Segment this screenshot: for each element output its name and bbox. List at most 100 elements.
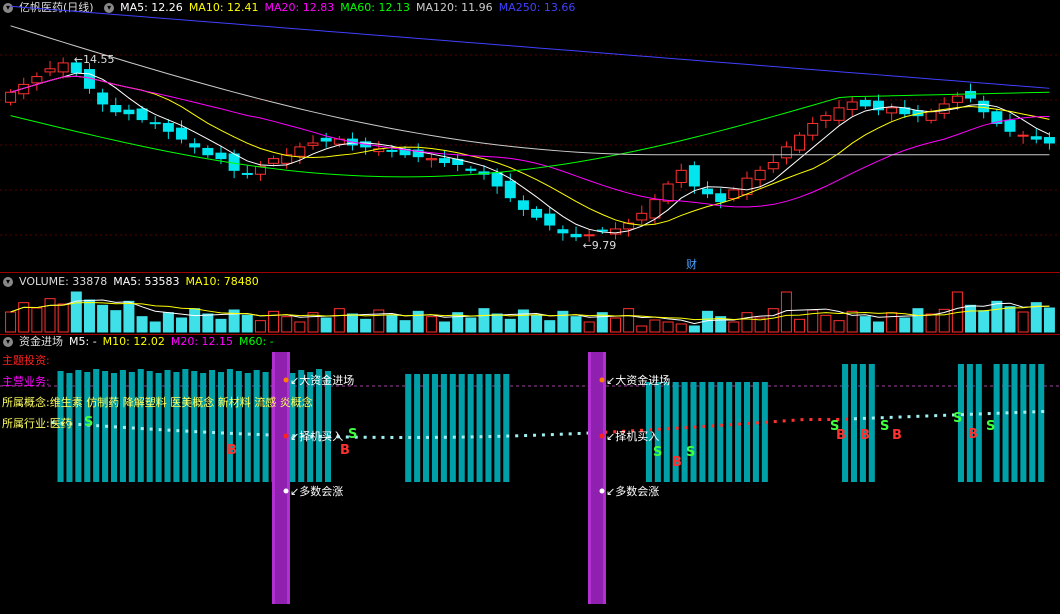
- volume-chart[interactable]: [0, 272, 1060, 334]
- volume-bar: [320, 317, 332, 333]
- fund-column: [217, 372, 225, 482]
- svg-text:↙多数会涨: ↙多数会涨: [290, 484, 343, 498]
- candle: [149, 116, 161, 129]
- fund-column: [414, 374, 421, 482]
- fund-trend-dot: [229, 431, 233, 435]
- fund-column: [244, 373, 251, 482]
- volume-bar: [97, 304, 109, 333]
- fund-column: [440, 374, 447, 482]
- fund-trend-dot: [720, 423, 724, 427]
- finance-marker: 财: [686, 257, 697, 271]
- fund-column: [663, 382, 670, 482]
- candle: [1017, 130, 1029, 144]
- candle: [1030, 128, 1042, 144]
- fund-trend-dot: [818, 418, 822, 421]
- svg-text:↙择机买入: ↙择机买入: [606, 429, 659, 443]
- volume-bar: [83, 299, 95, 333]
- fund-trend-dot: [506, 434, 510, 438]
- candle: [162, 119, 174, 140]
- candle: [241, 165, 253, 179]
- fund-trend-dot: [755, 421, 759, 425]
- fund-column: [226, 369, 233, 482]
- volume-bar: [215, 318, 227, 333]
- fund-column: [164, 370, 171, 482]
- candle: [136, 105, 148, 123]
- fund-trend-dot: [515, 434, 519, 438]
- fund-trend-dot: [978, 412, 982, 416]
- sell-marker: S: [84, 415, 93, 430]
- fund-column: [289, 373, 296, 482]
- fund-trend-dot: [559, 432, 563, 436]
- candle: [754, 166, 766, 188]
- volume-bar: [623, 308, 635, 333]
- fund-trend-dot: [871, 416, 875, 420]
- fund-trend-dot: [452, 435, 456, 439]
- fund-column: [859, 364, 866, 482]
- candle: [189, 138, 201, 154]
- volume-bar: [583, 321, 595, 333]
- fund-column: [503, 374, 510, 482]
- more-rise-label: ↙多数会涨: [283, 484, 343, 498]
- volume-bar: [439, 321, 451, 333]
- volume-bar: [70, 291, 82, 333]
- fund-trend-dot: [399, 435, 403, 439]
- volume-bar: [649, 319, 661, 333]
- fund-trend-dot: [729, 423, 733, 427]
- volume-bar: [162, 312, 174, 333]
- fund-column: [726, 382, 733, 482]
- candle: [794, 132, 806, 154]
- fund-trend-dot: [381, 435, 385, 439]
- fund-trend-dot: [131, 426, 135, 430]
- volume-bar: [360, 318, 372, 333]
- fund-trend-dot: [114, 425, 118, 429]
- volume-bar: [767, 308, 779, 333]
- fund-trend-dot: [247, 432, 251, 436]
- fund-trend-dot: [1041, 410, 1045, 413]
- candle: [531, 206, 543, 221]
- volume-bar: [728, 321, 740, 333]
- candle: [780, 141, 792, 165]
- fund-trend-dot: [203, 430, 207, 434]
- fund-column: [307, 372, 314, 482]
- svg-text:↙择机买入: ↙择机买入: [290, 429, 343, 443]
- fund-column: [137, 369, 144, 482]
- candle: [596, 226, 608, 235]
- fund-trend-dot: [898, 415, 902, 419]
- volume-bar: [241, 314, 253, 333]
- fund-column: [235, 371, 242, 482]
- fund-column: [173, 372, 180, 482]
- buy-marker: B: [340, 443, 350, 458]
- sell-marker: S: [686, 445, 695, 460]
- fund-trend-dot: [711, 424, 715, 428]
- price-chart[interactable]: ←14.55 ←9.79 财: [0, 0, 1060, 272]
- fund-column: [253, 370, 260, 482]
- fund-column: [1020, 364, 1027, 482]
- candle: [517, 195, 529, 217]
- volume-bar: [504, 318, 516, 333]
- fund-chart[interactable]: ↙大资金进场 ↙大资金进场↙择机买入 ↙择机买入↙多数会涨 ↙多数会涨B BSSBSBS…: [0, 334, 1060, 614]
- candle: [57, 57, 69, 79]
- candle: [294, 142, 306, 165]
- candle: [544, 207, 556, 231]
- ma120-line: [10, 25, 1050, 156]
- volume-bar: [517, 309, 529, 333]
- fund-trend-dot: [238, 432, 242, 436]
- fund-trend-dot: [140, 427, 144, 431]
- candle: [623, 218, 635, 237]
- fund-trend-dot: [372, 435, 376, 439]
- fund-trend-dot: [497, 434, 501, 438]
- fund-column: [743, 382, 751, 482]
- volume-bar: [675, 323, 687, 333]
- fund-column: [975, 364, 982, 482]
- volume-bar: [399, 320, 411, 333]
- candle: [636, 205, 648, 225]
- candle: [702, 181, 714, 199]
- fund-column: [324, 371, 332, 482]
- volume-bar: [794, 318, 806, 333]
- fund-trend-dot: [461, 435, 465, 439]
- buy-marker: B: [892, 428, 902, 443]
- sell-marker: S: [653, 445, 662, 460]
- choose-buy-label: ↙择机买入: [599, 429, 659, 443]
- candle: [570, 226, 582, 242]
- choose-buy-label: ↙择机买入: [283, 429, 343, 443]
